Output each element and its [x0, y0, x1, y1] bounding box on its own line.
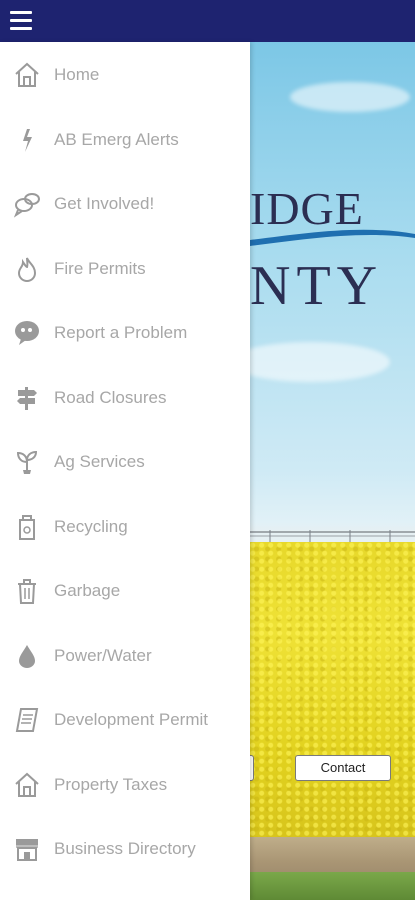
menu-item-home[interactable]: Home — [0, 47, 250, 103]
top-app-bar — [0, 0, 415, 42]
menu-item-fire-permits[interactable]: Fire Permits — [0, 241, 250, 297]
menu-item-recycling[interactable]: Recycling — [0, 499, 250, 555]
grass-strip — [250, 872, 415, 900]
storefront-icon — [12, 834, 42, 864]
menu-label-ab-emerg-alerts: AB Emerg Alerts — [54, 130, 179, 149]
menu-item-ab-emerg-alerts[interactable]: AB Emerg Alerts — [0, 112, 250, 168]
menu-item-power-water[interactable]: Power/Water — [0, 628, 250, 684]
menu-label-ag-services: Ag Services — [54, 452, 145, 471]
menu-item-road-closures[interactable]: Road Closures — [0, 370, 250, 426]
hidden-button-edge[interactable] — [250, 755, 254, 781]
menu-item-business-directory[interactable]: Business Directory — [0, 821, 250, 877]
menu-item-property-taxes[interactable]: Property Taxes — [0, 757, 250, 813]
flame-icon — [12, 254, 42, 284]
menu-label-fire-permits: Fire Permits — [54, 259, 146, 278]
menu-label-development-permit: Development Permit — [54, 710, 209, 729]
menu-item-garbage[interactable]: Garbage — [0, 563, 250, 619]
home-background: IDGE NTY Contact — [250, 42, 415, 900]
lightning-icon — [12, 125, 42, 155]
menu-item-development-permit[interactable]: Development Permit — [0, 692, 250, 748]
contact-button[interactable]: Contact — [295, 755, 391, 781]
home-icon — [12, 770, 42, 800]
quote-bubble-icon — [12, 318, 42, 348]
menu-item-report-a-problem[interactable]: Report a Problem — [0, 305, 250, 361]
menu-label-business-directory: Business Directory — [54, 839, 196, 858]
sprout-icon — [12, 447, 42, 477]
trash-can-icon — [12, 576, 42, 606]
menu-item-get-involved[interactable]: Get Involved! — [0, 176, 250, 232]
menu-label-recycling: Recycling — [54, 517, 128, 536]
menu-label-property-taxes: Property Taxes — [54, 775, 168, 794]
home-icon — [12, 60, 42, 90]
logo-text-bottom: NTY — [250, 255, 384, 317]
menu-label-home: Home — [54, 65, 100, 84]
signpost-icon — [12, 383, 42, 413]
canola-field — [250, 542, 415, 842]
menu-label-power-water: Power/Water — [54, 646, 152, 665]
menu-label-road-closures: Road Closures — [54, 388, 167, 407]
menu-label-garbage: Garbage — [54, 581, 121, 600]
navigation-drawer: Home AB Emerg Alerts Get Involved! Fire … — [0, 42, 250, 900]
menu-item-ag-services[interactable]: Ag Services — [0, 434, 250, 490]
menu-label-get-involved: Get Involved! — [54, 194, 155, 213]
logo-swoosh — [250, 229, 415, 246]
hamburger-menu-icon[interactable] — [10, 11, 32, 31]
recycle-bin-icon — [12, 512, 42, 542]
chat-bubbles-icon — [12, 189, 42, 219]
water-drop-icon — [12, 641, 42, 671]
document-icon — [12, 705, 42, 735]
menu-label-report-a-problem: Report a Problem — [54, 323, 188, 342]
